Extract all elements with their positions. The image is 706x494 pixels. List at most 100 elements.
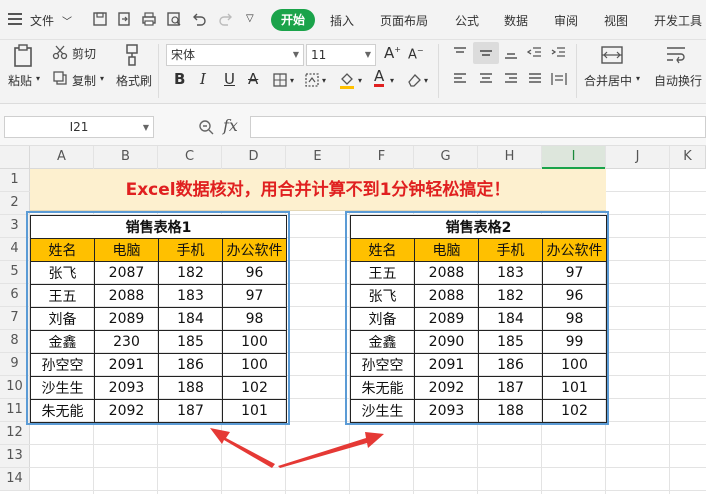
cell-style-icon[interactable] [304, 72, 320, 88]
table-1-highlight-box [26, 211, 290, 425]
print-preview-icon[interactable] [166, 11, 182, 27]
wrap-text-icon[interactable] [664, 44, 688, 66]
export-icon[interactable] [116, 11, 132, 27]
distributed-align-icon[interactable] [551, 72, 567, 86]
fill-color-icon[interactable] [338, 71, 356, 89]
font-name-value: 宋体 [171, 48, 196, 62]
copy-button[interactable]: 复制 [72, 72, 96, 89]
scissors-icon[interactable] [52, 44, 68, 60]
clear-format-dropdown-icon[interactable]: ▾ [424, 76, 428, 85]
decrease-indent-icon[interactable] [527, 46, 543, 60]
tab-review[interactable]: 审阅 [554, 12, 578, 29]
align-top-icon[interactable] [452, 46, 468, 60]
cut-button[interactable]: 剪切 [72, 45, 96, 62]
align-left-icon[interactable] [452, 72, 468, 86]
wrap-text-button[interactable]: 自动换行 [654, 72, 702, 89]
fill-color-dropdown-icon[interactable]: ▾ [358, 76, 362, 85]
paste-dropdown-icon[interactable]: ▾ [36, 74, 40, 83]
decrease-font-size-button[interactable]: A− [408, 46, 424, 62]
row-header-12[interactable]: 12 [0, 422, 30, 445]
tab-formulas[interactable]: 公式 [455, 12, 479, 29]
arrow-right-icon [278, 432, 384, 468]
tab-view[interactable]: 视图 [604, 12, 628, 29]
underline-button[interactable]: U [224, 70, 235, 88]
column-header-h[interactable]: H [478, 146, 542, 169]
font-size-dropdown-icon: ▼ [364, 50, 371, 59]
font-size-select[interactable]: 11 ▼ [306, 44, 376, 66]
align-center-icon[interactable] [478, 72, 494, 86]
copy-icon[interactable] [52, 70, 68, 86]
merge-center-icon[interactable] [600, 44, 624, 66]
name-box-value: I21 [69, 120, 89, 134]
column-header-d[interactable]: D [222, 146, 286, 169]
quick-access-more-icon[interactable]: ▽ [246, 13, 254, 24]
align-bottom-icon[interactable] [503, 46, 519, 60]
strikethrough-button[interactable]: A [248, 70, 258, 88]
redo-icon[interactable] [218, 11, 234, 27]
print-icon[interactable] [141, 11, 157, 27]
column-header-f[interactable]: F [350, 146, 414, 169]
font-color-dropdown-icon[interactable]: ▾ [390, 76, 394, 85]
column-header-a[interactable]: A [30, 146, 94, 169]
tab-data[interactable]: 数据 [504, 12, 528, 29]
tab-insert[interactable]: 插入 [330, 12, 354, 29]
row-header-14[interactable]: 14 [0, 468, 30, 491]
align-middle-button[interactable] [473, 42, 499, 64]
bold-button[interactable]: B [174, 70, 185, 88]
menu-bar: 文件 ﹀ ▽ 开始 插入 页面布局 公式 数据 审阅 视图 开发工具 [0, 0, 706, 40]
font-name-dropdown-icon: ▼ [292, 50, 299, 59]
spreadsheet-grid[interactable]: A B C D E F G H I J K 1 2 3 4 5 6 7 8 9 … [0, 146, 706, 494]
italic-button[interactable]: I [200, 70, 206, 88]
save-icon[interactable] [92, 11, 108, 27]
gridline [0, 490, 706, 491]
insert-function-button[interactable]: fx [223, 116, 238, 135]
paste-button[interactable]: 粘贴 [8, 72, 32, 89]
column-header-g[interactable]: G [414, 146, 478, 169]
title-banner-cell[interactable]: Excel数据核对，用合并计算不到1分钟轻松搞定！ [30, 169, 606, 211]
hamburger-menu-icon[interactable] [8, 13, 22, 25]
font-color-button[interactable]: A [374, 68, 385, 87]
justify-icon[interactable] [527, 72, 543, 86]
tab-home[interactable]: 开始 [271, 9, 315, 31]
decrease-font-glyph: A [408, 47, 417, 63]
tab-page-layout[interactable]: 页面布局 [380, 12, 428, 29]
title-banner-text: Excel数据核对，用合并计算不到1分钟轻松搞定！ [125, 180, 511, 200]
ribbon-divider [158, 44, 159, 98]
copy-dropdown-icon[interactable]: ▾ [100, 74, 104, 83]
arrow-left-icon [210, 428, 275, 468]
column-header-k[interactable]: K [670, 146, 706, 169]
merge-center-button[interactable]: 合并居中 [584, 72, 632, 89]
border-icon[interactable] [272, 72, 288, 88]
column-header-b[interactable]: B [94, 146, 158, 169]
border-dropdown-icon[interactable]: ▾ [290, 76, 294, 85]
column-header-j[interactable]: J [606, 146, 670, 169]
ribbon-divider [438, 44, 439, 98]
column-header-e[interactable]: E [286, 146, 350, 169]
ribbon-divider [576, 44, 577, 98]
name-box[interactable]: I21 ▼ [4, 116, 154, 138]
formula-input[interactable] [250, 116, 706, 138]
name-box-dropdown-icon: ▼ [142, 123, 149, 132]
undo-icon[interactable] [191, 11, 207, 27]
row-header-13[interactable]: 13 [0, 445, 30, 468]
chevron-down-icon[interactable]: ﹀ [62, 13, 72, 28]
increase-font-size-button[interactable]: A+ [384, 44, 401, 62]
cell-style-dropdown-icon[interactable]: ▾ [322, 76, 326, 85]
tab-developer[interactable]: 开发工具 [654, 12, 702, 29]
format-painter-icon[interactable] [122, 43, 142, 67]
increase-indent-icon[interactable] [551, 46, 567, 60]
column-header-i[interactable]: I [542, 146, 606, 169]
align-right-icon[interactable] [503, 72, 519, 86]
row-header-1[interactable]: 1 [0, 169, 30, 192]
merge-center-dropdown-icon[interactable]: ▾ [636, 74, 640, 83]
align-middle-icon [480, 50, 492, 56]
select-all-corner[interactable] [0, 146, 30, 169]
zoom-icon[interactable] [198, 119, 214, 135]
font-name-select[interactable]: 宋体 ▼ [166, 44, 304, 66]
clear-format-icon[interactable] [406, 72, 422, 88]
file-menu[interactable]: 文件 [30, 12, 54, 29]
paste-icon[interactable] [12, 44, 34, 68]
column-header-c[interactable]: C [158, 146, 222, 169]
format-painter-button[interactable]: 格式刷 [116, 72, 152, 89]
formula-bar: I21 ▼ fx [0, 104, 706, 146]
